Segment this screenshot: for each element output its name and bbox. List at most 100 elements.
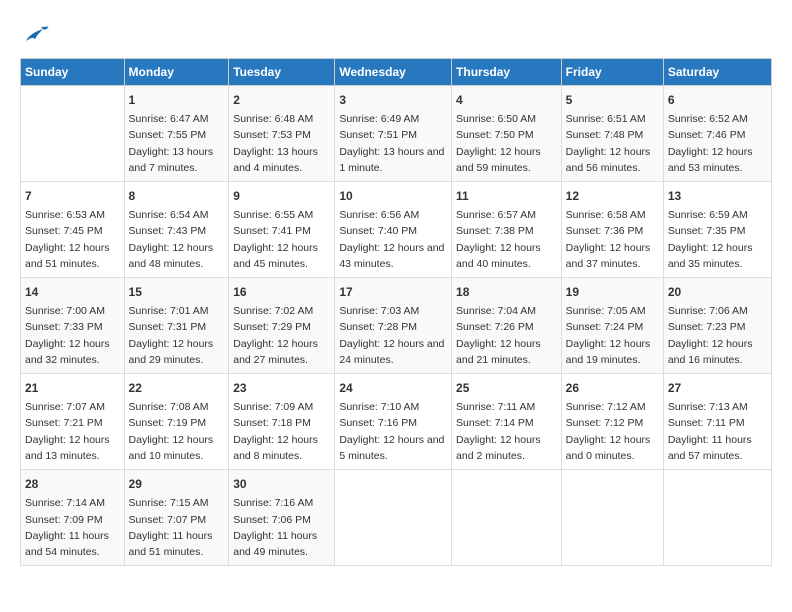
calendar-cell: 7Sunrise: 6:53 AMSunset: 7:45 PMDaylight… xyxy=(21,182,125,278)
calendar-cell: 5 Sunrise: 6:51 AMSunset: 7:48 PMDaylight… xyxy=(561,86,663,182)
calendar-cell: 28 Sunrise: 7:14 AMSunset: 7:09 PMDayligh… xyxy=(21,470,125,566)
calendar-cell: 2Sunrise: 6:48 AMSunset: 7:53 PMDaylight… xyxy=(229,86,335,182)
calendar-cell xyxy=(561,470,663,566)
day-info: Sunrise: 7:12 AMSunset: 7:12 PMDaylight:… xyxy=(566,399,659,464)
header-row: SundayMondayTuesdayWednesdayThursdayFrid… xyxy=(21,59,772,86)
calendar-cell: 22 Sunrise: 7:08 AMSunset: 7:19 PMDayligh… xyxy=(124,374,229,470)
header-friday: Friday xyxy=(561,59,663,86)
calendar-cell: 10 Sunrise: 6:56 AMSunset: 7:40 PMDayligh… xyxy=(335,182,452,278)
day-info: Sunrise: 6:51 AMSunset: 7:48 PMDaylight:… xyxy=(566,111,659,176)
day-info: Sunrise: 6:54 AMSunset: 7:43 PMDaylight:… xyxy=(129,207,225,272)
calendar-cell: 6Sunrise: 6:52 AMSunset: 7:46 PMDaylight… xyxy=(663,86,771,182)
calendar-cell: 16 Sunrise: 7:02 AMSunset: 7:29 PMDayligh… xyxy=(229,278,335,374)
day-number: 14 xyxy=(25,283,120,301)
day-number: 1 xyxy=(129,91,225,109)
calendar-cell: 20 Sunrise: 7:06 AMSunset: 7:23 PMDayligh… xyxy=(663,278,771,374)
day-info: Sunrise: 7:04 AMSunset: 7:26 PMDaylight:… xyxy=(456,303,557,368)
calendar-cell: 9 Sunrise: 6:55 AMSunset: 7:41 PMDaylight… xyxy=(229,182,335,278)
day-number: 8 xyxy=(129,187,225,205)
calendar-cell: 23 Sunrise: 7:09 AMSunset: 7:18 PMDayligh… xyxy=(229,374,335,470)
header-monday: Monday xyxy=(124,59,229,86)
day-number: 25 xyxy=(456,379,557,397)
calendar-cell xyxy=(663,470,771,566)
day-info: Sunrise: 7:05 AMSunset: 7:24 PMDaylight:… xyxy=(566,303,659,368)
page-header xyxy=(20,20,772,50)
day-number: 20 xyxy=(668,283,767,301)
day-info: Sunrise: 7:09 AMSunset: 7:18 PMDaylight:… xyxy=(233,399,330,464)
week-row-4: 21 Sunrise: 7:07 AMSunset: 7:21 PMDayligh… xyxy=(21,374,772,470)
day-info: Sunrise: 6:53 AMSunset: 7:45 PMDaylight:… xyxy=(25,207,120,272)
calendar-cell: 4Sunrise: 6:50 AMSunset: 7:50 PMDaylight… xyxy=(452,86,562,182)
header-thursday: Thursday xyxy=(452,59,562,86)
day-number: 21 xyxy=(25,379,120,397)
calendar-cell xyxy=(335,470,452,566)
day-number: 5 xyxy=(566,91,659,109)
day-info: Sunrise: 7:11 AMSunset: 7:14 PMDaylight:… xyxy=(456,399,557,464)
day-number: 4 xyxy=(456,91,557,109)
calendar-cell: 17 Sunrise: 7:03 AMSunset: 7:28 PMDayligh… xyxy=(335,278,452,374)
day-number: 22 xyxy=(129,379,225,397)
header-tuesday: Tuesday xyxy=(229,59,335,86)
day-number: 24 xyxy=(339,379,447,397)
calendar-cell: 18 Sunrise: 7:04 AMSunset: 7:26 PMDayligh… xyxy=(452,278,562,374)
calendar-cell: 3 Sunrise: 6:49 AMSunset: 7:51 PMDaylight… xyxy=(335,86,452,182)
logo-icon xyxy=(20,20,50,50)
day-number: 28 xyxy=(25,475,120,493)
day-info: Sunrise: 6:57 AMSunset: 7:38 PMDaylight:… xyxy=(456,207,557,272)
day-number: 2 xyxy=(233,91,330,109)
week-row-3: 14 Sunrise: 7:00 AMSunset: 7:33 PMDayligh… xyxy=(21,278,772,374)
week-row-2: 7Sunrise: 6:53 AMSunset: 7:45 PMDaylight… xyxy=(21,182,772,278)
calendar-cell: 15 Sunrise: 7:01 AMSunset: 7:31 PMDayligh… xyxy=(124,278,229,374)
calendar-cell xyxy=(452,470,562,566)
calendar-cell: 25 Sunrise: 7:11 AMSunset: 7:14 PMDayligh… xyxy=(452,374,562,470)
calendar-table: SundayMondayTuesdayWednesdayThursdayFrid… xyxy=(20,58,772,566)
day-number: 26 xyxy=(566,379,659,397)
calendar-cell: 26 Sunrise: 7:12 AMSunset: 7:12 PMDayligh… xyxy=(561,374,663,470)
day-number: 11 xyxy=(456,187,557,205)
day-number: 15 xyxy=(129,283,225,301)
day-info: Sunrise: 7:15 AMSunset: 7:07 PMDaylight:… xyxy=(129,495,225,560)
day-info: Sunrise: 7:10 AMSunset: 7:16 PMDaylight:… xyxy=(339,399,447,464)
day-number: 18 xyxy=(456,283,557,301)
day-info: Sunrise: 7:06 AMSunset: 7:23 PMDaylight:… xyxy=(668,303,767,368)
calendar-cell: 14 Sunrise: 7:00 AMSunset: 7:33 PMDayligh… xyxy=(21,278,125,374)
logo xyxy=(20,20,56,50)
day-info: Sunrise: 7:01 AMSunset: 7:31 PMDaylight:… xyxy=(129,303,225,368)
day-info: Sunrise: 6:56 AMSunset: 7:40 PMDaylight:… xyxy=(339,207,447,272)
day-number: 13 xyxy=(668,187,767,205)
day-number: 29 xyxy=(129,475,225,493)
day-number: 9 xyxy=(233,187,330,205)
calendar-cell: 19Sunrise: 7:05 AMSunset: 7:24 PMDayligh… xyxy=(561,278,663,374)
day-info: Sunrise: 7:14 AMSunset: 7:09 PMDaylight:… xyxy=(25,495,120,560)
week-row-5: 28 Sunrise: 7:14 AMSunset: 7:09 PMDayligh… xyxy=(21,470,772,566)
day-info: Sunrise: 7:00 AMSunset: 7:33 PMDaylight:… xyxy=(25,303,120,368)
day-number: 17 xyxy=(339,283,447,301)
calendar-cell: 27 Sunrise: 7:13 AMSunset: 7:11 PMDayligh… xyxy=(663,374,771,470)
day-info: Sunrise: 6:49 AMSunset: 7:51 PMDaylight:… xyxy=(339,111,447,176)
day-info: Sunrise: 7:13 AMSunset: 7:11 PMDaylight:… xyxy=(668,399,767,464)
day-info: Sunrise: 7:08 AMSunset: 7:19 PMDaylight:… xyxy=(129,399,225,464)
calendar-cell: 8 Sunrise: 6:54 AMSunset: 7:43 PMDaylight… xyxy=(124,182,229,278)
day-number: 12 xyxy=(566,187,659,205)
calendar-header: SundayMondayTuesdayWednesdayThursdayFrid… xyxy=(21,59,772,86)
calendar-body: 1Sunrise: 6:47 AMSunset: 7:55 PMDaylight… xyxy=(21,86,772,566)
calendar-cell: 13 Sunrise: 6:59 AMSunset: 7:35 PMDayligh… xyxy=(663,182,771,278)
day-info: Sunrise: 7:02 AMSunset: 7:29 PMDaylight:… xyxy=(233,303,330,368)
calendar-cell: 21 Sunrise: 7:07 AMSunset: 7:21 PMDayligh… xyxy=(21,374,125,470)
day-number: 10 xyxy=(339,187,447,205)
day-info: Sunrise: 7:07 AMSunset: 7:21 PMDaylight:… xyxy=(25,399,120,464)
calendar-cell: 24 Sunrise: 7:10 AMSunset: 7:16 PMDayligh… xyxy=(335,374,452,470)
day-number: 16 xyxy=(233,283,330,301)
day-number: 27 xyxy=(668,379,767,397)
day-number: 23 xyxy=(233,379,330,397)
calendar-cell: 1Sunrise: 6:47 AMSunset: 7:55 PMDaylight… xyxy=(124,86,229,182)
header-wednesday: Wednesday xyxy=(335,59,452,86)
day-number: 3 xyxy=(339,91,447,109)
day-info: Sunrise: 6:55 AMSunset: 7:41 PMDaylight:… xyxy=(233,207,330,272)
day-info: Sunrise: 7:03 AMSunset: 7:28 PMDaylight:… xyxy=(339,303,447,368)
calendar-cell: 30Sunrise: 7:16 AMSunset: 7:06 PMDayligh… xyxy=(229,470,335,566)
day-number: 30 xyxy=(233,475,330,493)
header-sunday: Sunday xyxy=(21,59,125,86)
calendar-cell xyxy=(21,86,125,182)
day-info: Sunrise: 6:59 AMSunset: 7:35 PMDaylight:… xyxy=(668,207,767,272)
